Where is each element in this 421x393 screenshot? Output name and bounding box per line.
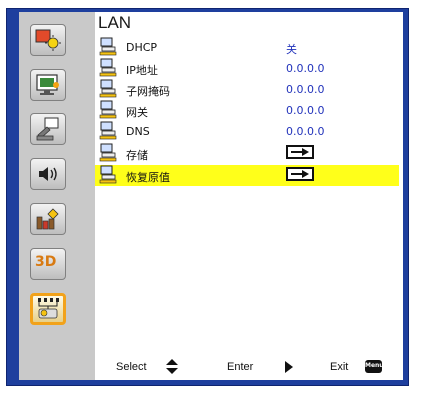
network-computer-icon [99,165,117,184]
menu-row-store[interactable]: 存储 [95,143,399,164]
row-label: 子网掩码 [126,85,170,98]
row-value: 关 [286,43,297,56]
row-value: 0.0.0.0 [286,104,325,117]
enter-arrow-icon [291,148,309,156]
lan-network-icon [38,298,59,319]
row-value: 0.0.0.0 [286,62,325,75]
menu-row-dns[interactable]: DNS 0.0.0.0 [95,121,399,142]
row-label: IP地址 [126,64,158,77]
sidebar: 3D [19,12,96,380]
menu-key-icon: Menu [365,360,384,373]
exit-hint-label: Exit [330,361,349,373]
enter-arrow-button[interactable] [286,145,314,159]
right-arrow-icon [285,361,293,373]
enter-arrow-button[interactable] [286,167,314,181]
row-value: 0.0.0.0 [286,83,325,96]
row-label: DHCP [126,41,158,54]
up-down-arrows-icon [166,359,178,374]
projector-settings-icon [36,117,59,141]
row-value: 0.0.0.0 [286,125,325,138]
menu-key-label: Menu [365,362,384,369]
menu-row-dhcp[interactable]: DHCP 关 [95,37,399,58]
row-label: DNS [126,125,150,138]
menu-row-reset[interactable]: 恢复原值 [95,165,399,186]
menu-row-subnet-mask[interactable]: 子网掩码 0.0.0.0 [95,79,399,100]
key-hint-bar: Select Enter Exit Menu [95,357,399,377]
row-label: 网关 [126,106,148,119]
network-computer-icon [99,100,117,119]
select-hint-label: Select [116,361,147,373]
network-computer-icon [99,79,117,98]
network-computer-icon [99,121,117,140]
volume-icon [39,167,57,181]
row-label: 存储 [126,149,148,162]
network-computer-icon [99,143,117,162]
page-title: LAN [98,13,132,32]
3d-icon: 3D [35,254,57,270]
menu-row-ip-address[interactable]: IP地址 0.0.0.0 [95,58,399,79]
sidebar-item-lan[interactable] [30,293,66,325]
sidebar-item-display[interactable] [30,69,66,101]
enter-arrow-icon [291,170,309,178]
network-computer-icon [99,58,117,77]
sidebar-item-image[interactable] [30,24,66,56]
network-computer-icon [99,37,117,56]
sidebar-item-options[interactable] [30,203,66,235]
sidebar-item-setup[interactable] [30,113,66,145]
lan-menu-panel: LAN DHCP 关 IP地址 0.0.0.0 子网掩码 0.0.0.0 网关 … [95,12,403,380]
enter-hint-label: Enter [227,361,254,373]
options-icon [36,208,59,230]
row-label: 恢复原值 [126,171,170,184]
display-screen-icon [36,74,59,95]
sidebar-item-audio[interactable] [30,158,66,190]
menu-row-gateway[interactable]: 网关 0.0.0.0 [95,100,399,121]
sidebar-item-3d[interactable]: 3D [30,248,66,280]
image-sun-icon [35,29,61,51]
